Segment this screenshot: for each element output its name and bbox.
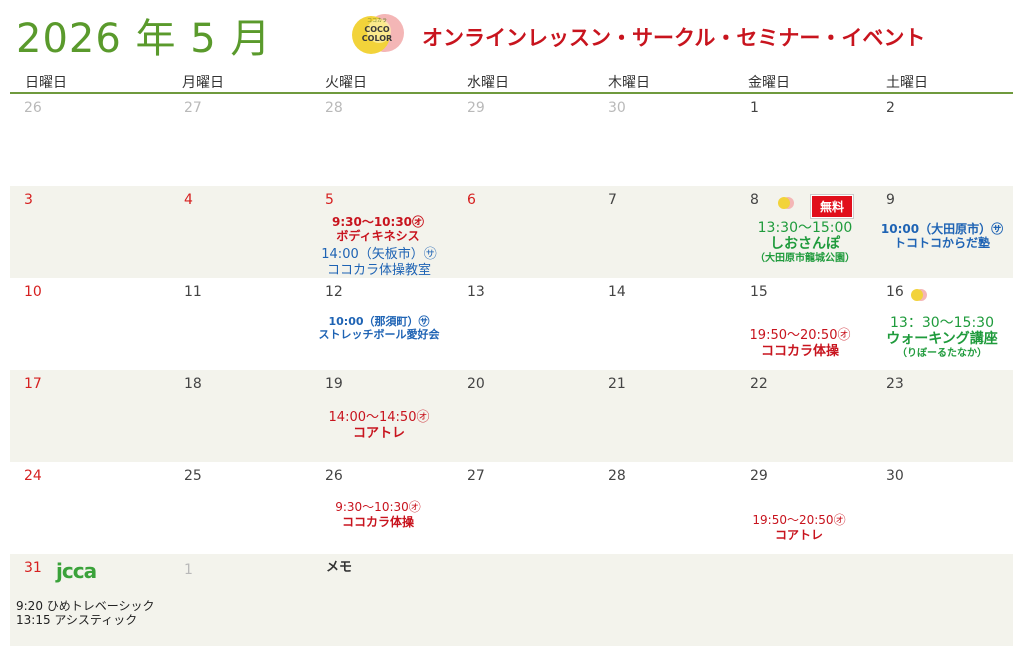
coco-color-logo-icon: ココカラ COCO COLOR: [352, 14, 404, 54]
day-cell-number[interactable]: 14: [608, 284, 626, 300]
event-fri8-shiosanpo[interactable]: 13:30～15:00 しおさんぽ （大田原市龍城公園）: [730, 220, 880, 266]
week-row-3: 10 11 12 13 14 15 16 10:00（那須町）㋚ ストレッチボー…: [10, 278, 1013, 370]
event-tue5-cococolor-class[interactable]: 14:00（矢板市）㋚ ココカラ体操教室: [308, 247, 450, 279]
day-cell-number[interactable]: 28: [608, 468, 626, 484]
weekday-thu: 木曜日: [608, 75, 650, 91]
weekday-mon: 月曜日: [182, 75, 224, 91]
memo-label: メモ: [326, 560, 353, 575]
day-cell-number[interactable]: 28: [325, 100, 343, 116]
day-cell-number[interactable]: 26: [24, 100, 42, 116]
day-cell-number[interactable]: 17: [24, 376, 42, 392]
event-tue19-coretraining[interactable]: 14:00～14:50㋔ コアトレ: [308, 410, 450, 442]
event-title: しおさんぽ: [770, 236, 840, 252]
weekday-wed: 水曜日: [467, 75, 509, 91]
week-row-6: 31 1 jcca 9:20 ひめトレベーシック 13:15 アシスティック メ…: [10, 554, 1013, 646]
coco-color-mini-logo-icon: [911, 289, 927, 301]
event-line: 13:15 アシスティック: [16, 613, 138, 627]
day-cell-number[interactable]: 6: [467, 192, 476, 208]
event-title: ウォーキング講座: [886, 331, 998, 347]
event-title: コアトレ: [352, 426, 405, 441]
event-time: 9:30～10:30㋔: [331, 215, 425, 229]
event-title: ボディキネシス: [336, 229, 420, 243]
event-title: コアトレ: [774, 528, 823, 542]
event-title: ココカラ体操: [341, 515, 414, 529]
event-title: トコトコからだ塾: [893, 236, 990, 250]
event-time: 9:30～10:30㋔: [335, 500, 421, 514]
day-cell-number[interactable]: 12: [325, 284, 343, 300]
day-cell-number[interactable]: 5: [325, 192, 334, 208]
calendar-header: 2026 年 5 月 ココカラ COCO COLOR オンラインレッスン・サーク…: [0, 0, 1024, 64]
day-cell-number[interactable]: 7: [608, 192, 617, 208]
event-sun31-jcca[interactable]: 9:20 ひめトレベーシック 13:15 アシスティック: [16, 599, 155, 627]
day-cell-number[interactable]: 31: [24, 560, 42, 576]
day-cell-number[interactable]: 20: [467, 376, 485, 392]
event-line: 9:20 ひめトレベーシック: [16, 599, 155, 613]
event-sat16-walking[interactable]: 13：30～15:30 ウォーキング講座 （りぼーるたなか）: [871, 315, 1013, 360]
logo-color: COLOR: [362, 34, 392, 43]
day-cell-number[interactable]: 19: [325, 376, 343, 392]
day-cell-number[interactable]: 13: [467, 284, 485, 300]
header-subtitle: オンラインレッスン・サークル・セミナー・イベント: [422, 26, 926, 50]
coco-color-mini-logo-icon: [778, 197, 794, 209]
day-cell-number[interactable]: 18: [184, 376, 202, 392]
day-cell-number[interactable]: 1: [184, 562, 193, 578]
event-sat9-tokotoko[interactable]: 10:00（大田原市）㋚ トコトコからだ塾: [868, 222, 1016, 250]
day-cell-number[interactable]: 26: [325, 468, 343, 484]
month-title: 2026 年 5 月: [16, 16, 272, 62]
week-row-1: 26 27 28 29 30 1 2: [10, 94, 1013, 186]
day-cell-number[interactable]: 27: [467, 468, 485, 484]
event-time: 19:50～20:50㋔: [752, 513, 846, 527]
day-cell-number[interactable]: 1: [750, 100, 759, 116]
event-fri15-cococolor[interactable]: 19:50～20:50㋔ ココカラ体操: [725, 328, 875, 360]
day-cell-number[interactable]: 2: [886, 100, 895, 116]
day-cell-number[interactable]: 30: [608, 100, 626, 116]
event-time: 14:00（矢板市）㋚: [321, 247, 437, 262]
event-title: ストレッチボール愛好会: [318, 328, 440, 341]
day-cell-number[interactable]: 11: [184, 284, 202, 300]
event-time: 10:00（大田原市）㋚: [880, 222, 1004, 236]
day-cell-number[interactable]: 29: [467, 100, 485, 116]
day-cell-number[interactable]: 24: [24, 468, 42, 484]
day-cell-number[interactable]: 29: [750, 468, 768, 484]
day-cell-number[interactable]: 30: [886, 468, 904, 484]
weekday-fri: 金曜日: [748, 75, 790, 91]
event-place: （りぼーるたなか）: [897, 348, 987, 359]
day-cell-number[interactable]: 8: [750, 192, 759, 208]
day-cell-number[interactable]: 16: [886, 284, 904, 300]
week-row-2: 3 4 5 6 7 8 9 9:30～10:30㋔ ボディキネシス 14:00（…: [10, 186, 1013, 278]
event-tue26-cococolor[interactable]: 9:30～10:30㋔ ココカラ体操: [313, 500, 443, 530]
day-cell-number[interactable]: 23: [886, 376, 904, 392]
event-tue12-stretchball[interactable]: 10:00（那須町）㋚ ストレッチボール愛好会: [308, 315, 450, 341]
day-cell-number[interactable]: 22: [750, 376, 768, 392]
logo-kana: ココカラ: [367, 18, 387, 24]
event-title: ココカラ体操: [760, 344, 839, 359]
event-time: 14:00～14:50㋔: [328, 410, 430, 425]
day-cell-number[interactable]: 21: [608, 376, 626, 392]
event-time: 10:00（那須町）㋚: [328, 315, 430, 328]
week-row-4: 17 18 19 20 21 22 23 14:00～14:50㋔ コアトレ: [10, 370, 1013, 462]
day-cell-number[interactable]: 15: [750, 284, 768, 300]
week-row-5: 24 25 26 27 28 29 30 9:30～10:30㋔ ココカラ体操 …: [10, 462, 1013, 554]
day-cell-number[interactable]: 10: [24, 284, 42, 300]
event-fri29-coretraining[interactable]: 19:50～20:50㋔ コアトレ: [734, 513, 864, 543]
logo-coco: COCO: [364, 25, 390, 34]
event-time: 19:50～20:50㋔: [749, 328, 851, 343]
day-cell-number[interactable]: 25: [184, 468, 202, 484]
weekday-header-row: 日曜日 月曜日 火曜日 水曜日 木曜日 金曜日 土曜日: [10, 70, 1013, 94]
weekday-tue: 火曜日: [325, 75, 367, 91]
event-time: 13:30～15:00: [757, 220, 853, 236]
day-cell-number[interactable]: 27: [184, 100, 202, 116]
event-time: 13：30～15:30: [890, 315, 994, 331]
event-tue5-bodykinesis[interactable]: 9:30～10:30㋔ ボディキネシス: [313, 215, 443, 243]
event-place: （大田原市龍城公園）: [755, 253, 855, 264]
day-cell-number[interactable]: 4: [184, 192, 193, 208]
jcca-logo: jcca: [56, 559, 97, 583]
weekday-sat: 土曜日: [886, 75, 928, 91]
free-badge: 無料: [811, 195, 854, 218]
day-cell-number[interactable]: 3: [24, 192, 33, 208]
weekday-sun: 日曜日: [25, 75, 67, 91]
day-cell-number[interactable]: 9: [886, 192, 895, 208]
event-title: ココカラ体操教室: [326, 263, 431, 278]
